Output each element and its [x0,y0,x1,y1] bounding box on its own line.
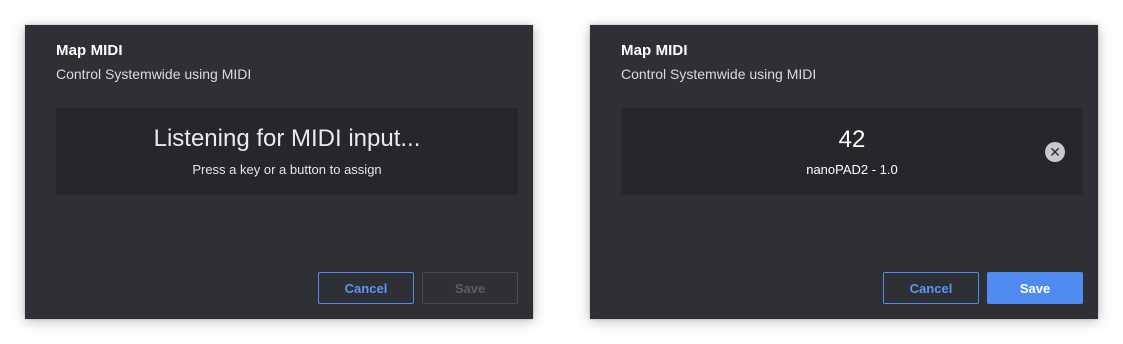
save-button-disabled: Save [422,272,518,304]
listening-heading: Listening for MIDI input... [153,125,421,152]
dialog-title: Map MIDI [56,42,123,59]
dialog-title: Map MIDI [621,42,688,59]
map-midi-dialog-listening: Map MIDI Control Systemwide using MIDI L… [25,25,533,319]
listening-hint: Press a key or a button to assign [192,162,382,177]
midi-device-name: nanoPAD2 - 1.0 [806,162,898,177]
dialog-subtitle: Control Systemwide using MIDI [56,66,252,82]
midi-assignment-area: 42 nanoPAD2 - 1.0 ✕ [621,108,1083,195]
cancel-button[interactable]: Cancel [883,272,979,304]
dialog-subtitle: Control Systemwide using MIDI [621,66,817,82]
midi-value: 42 [838,126,866,153]
cancel-button[interactable]: Cancel [318,272,414,304]
midi-input-area: Listening for MIDI input... Press a key … [56,108,518,195]
save-button[interactable]: Save [987,272,1083,304]
close-circle-icon[interactable]: ✕ [1045,142,1065,162]
stage: Map MIDI Control Systemwide using MIDI L… [0,0,1123,344]
map-midi-dialog-assigned: Map MIDI Control Systemwide using MIDI 4… [590,25,1098,319]
